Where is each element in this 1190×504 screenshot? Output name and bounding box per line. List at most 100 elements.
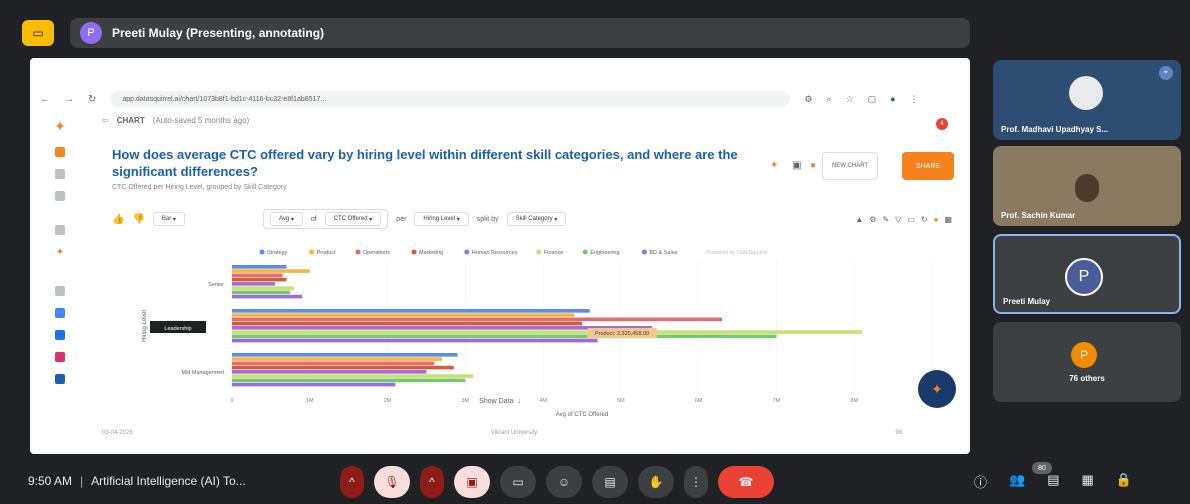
chart-subtitle: CTC Offered per Hiring Level, grouped by… [112, 184, 287, 191]
ai-icon[interactable]: ● [934, 215, 939, 224]
split-select[interactable]: Skill Category ▾ [506, 212, 567, 226]
leave-call-button[interactable]: ☎ [718, 466, 774, 498]
legend-label: Engineering [590, 250, 619, 256]
warning-icon[interactable]: ▲ [855, 215, 863, 224]
thumbs-up-icon[interactable]: 👍 [112, 214, 124, 225]
arrow-down-icon: ↓ [515, 398, 521, 405]
dimension-select[interactable]: Hiring Level ▾ [414, 212, 469, 226]
app-link-3-icon[interactable] [55, 352, 65, 362]
camera-toggle-button[interactable]: ▣ [454, 466, 490, 498]
bar [232, 374, 474, 378]
menu-icon[interactable]: ⋮ [910, 94, 919, 105]
breadcrumb-type: CHART [116, 116, 145, 125]
participant-name: Preeti Mulay [1003, 297, 1051, 306]
activities-icon[interactable]: ▦ [1082, 472, 1094, 491]
screen-footer: 03-04-2026 Vikrant University 98 [102, 430, 902, 436]
address-bar[interactable]: app.datasquirrel.ai/chart/1073b8f1-bd1c-… [110, 91, 791, 107]
others-count: 76 others [1069, 374, 1105, 383]
legend-swatch [355, 249, 361, 255]
host-controls-icon[interactable]: 🔒 [1116, 472, 1132, 491]
per-label: per [396, 215, 407, 223]
video-options-button[interactable]: ^ [420, 466, 444, 498]
show-data-button[interactable]: Show Data ↓ [30, 398, 970, 405]
chevron-up-icon: ^ [429, 475, 435, 489]
share-button[interactable]: SHARE [902, 152, 954, 180]
add-nav-icon[interactable] [55, 286, 65, 296]
breadcrumb: ⇦ CHART (Auto-saved 5 months ago) [102, 116, 962, 125]
chart-type-select[interactable]: Bar ▾ [152, 212, 185, 226]
bar [232, 273, 283, 278]
legend-label: BD & Sales [649, 250, 677, 256]
info-icon[interactable]: ⓘ [974, 472, 987, 491]
back-arrow-icon[interactable]: ⇦ [102, 116, 109, 125]
profile-icon[interactable]: ● [890, 94, 895, 105]
filter-icon[interactable]: ▽ [895, 215, 901, 224]
forward-icon[interactable]: → [64, 94, 74, 105]
audio-options-button[interactable]: ^ [340, 466, 364, 498]
back-icon[interactable]: ← [40, 94, 50, 105]
app-link-4-icon[interactable] [55, 374, 65, 384]
squirrel-nav-icon[interactable]: ✦ [56, 247, 64, 258]
settings-icon[interactable]: ⚙ [869, 215, 876, 224]
people-icon[interactable]: 👥 [1009, 472, 1025, 491]
legend-label: Human Resources [472, 250, 518, 256]
squirrel-ai-icon[interactable]: ✦ [770, 160, 778, 171]
meeting-info: 9:50 AM | Artificial Intelligence (AI) T… [28, 474, 246, 488]
reload-icon[interactable]: ↻ [88, 94, 96, 105]
raise-hand-button[interactable]: ✋ [638, 466, 674, 498]
save-icon[interactable]: ▣ [792, 160, 801, 171]
presenter-pill[interactable]: P Preeti Mulay (Presenting, annotating) [70, 18, 970, 48]
y-tick-label: Leadership [164, 326, 191, 332]
participant-tile-active[interactable]: P Preeti Mulay [993, 234, 1181, 314]
chat-icon[interactable]: ▤ [1047, 472, 1059, 491]
more-options-button[interactable]: ⋮ [684, 466, 708, 498]
present-screen-icon: ▭ [32, 26, 44, 40]
bar [232, 378, 466, 383]
chart-nav-icon[interactable] [55, 147, 65, 157]
settings-nav-icon[interactable] [55, 225, 65, 235]
app-link-2-icon[interactable] [55, 330, 65, 340]
new-chart-button[interactable]: NEW CHART [822, 152, 878, 180]
stop-presenting-button[interactable]: ▭ [22, 20, 54, 46]
meeting-title: Artificial Intelligence (AI) To... [91, 474, 246, 488]
star-icon[interactable]: ☆ [846, 94, 854, 105]
tooltip-text: Product: 2,320,458.00 [595, 331, 649, 337]
search-icon[interactable]: ⌕ [826, 94, 831, 105]
tab-icon[interactable]: ▢ [868, 94, 877, 105]
hangup-icon: ☎ [738, 475, 754, 489]
bar [232, 282, 275, 286]
call-controls: ^ 🎙 ^ ▣ ▭ ☺ ▤ ✋ ⋮ ☎ [340, 466, 774, 498]
hand-icon: ✋ [648, 475, 664, 489]
present-button[interactable]: ▭ [500, 466, 536, 498]
grid-nav-icon[interactable] [55, 191, 65, 201]
pin-icon[interactable]: ⌖ [1159, 66, 1173, 80]
comment-icon[interactable]: ▭ [907, 215, 915, 224]
meeting-controls-bar: 9:50 AM | Artificial Intelligence (AI) T… [0, 460, 1190, 504]
app-link-1-icon[interactable] [55, 308, 65, 318]
meeting-time: 9:50 AM [28, 474, 73, 488]
squirrel-logo-icon: ✦ [54, 118, 66, 134]
x-axis-label: Avg of CTC Offered [556, 412, 608, 418]
participant-tile[interactable]: ⌖ Prof. Madhavi Upadhyay S... [993, 60, 1181, 140]
pen-icon[interactable]: ✎ [882, 215, 889, 224]
participant-tile[interactable]: Prof. Sachin Kumar [993, 146, 1181, 226]
bar [232, 334, 777, 339]
powered-by-label: Powered by DataSquirrel [706, 250, 767, 256]
others-tile[interactable]: P 76 others [993, 322, 1181, 402]
captions-button[interactable]: ▤ [592, 466, 628, 498]
bar [232, 317, 722, 322]
mic-toggle-button[interactable]: 🎙 [374, 466, 410, 498]
emoji-button[interactable]: ☺ [546, 466, 582, 498]
chevron-up-icon: ^ [349, 475, 355, 489]
extension-icon[interactable]: ⚙ [804, 94, 812, 105]
table-icon[interactable]: ▦ [944, 215, 952, 224]
university-logo-icon [1069, 76, 1103, 110]
notification-badge[interactable]: 4 [936, 118, 948, 130]
measure-select[interactable]: CTC Offered ▾ [324, 212, 382, 226]
thumbs-down-icon[interactable]: 👎 [132, 214, 144, 225]
list-nav-icon[interactable] [55, 169, 65, 179]
bar [232, 382, 396, 387]
refresh-icon[interactable]: ↻ [921, 215, 928, 224]
bookmark-icon[interactable]: ● [810, 160, 816, 171]
aggregation-select[interactable]: Avg ▾ [269, 212, 303, 226]
